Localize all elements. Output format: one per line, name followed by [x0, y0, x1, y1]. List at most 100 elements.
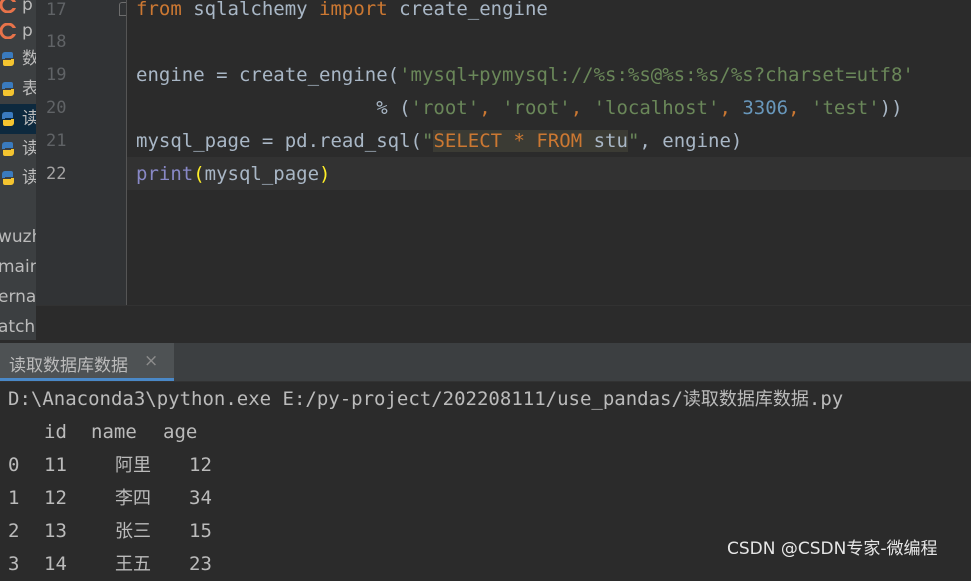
line-number: 21 — [46, 131, 67, 151]
comma: , — [719, 97, 743, 119]
number-literal: 3306 — [742, 97, 789, 119]
project-item[interactable]: atche — [0, 312, 36, 340]
project-item[interactable]: 数 — [0, 44, 36, 74]
project-item-label: main — [0, 257, 36, 277]
string-literal: 'mysql+pymysql://%s:%s@%s:%s/%s?charset=… — [399, 64, 914, 86]
df-row-index: 3 — [8, 553, 20, 575]
close-icon[interactable]: × — [144, 351, 158, 371]
project-panel: p p 数 表 读 读 读 wuzh main ernal atche — [0, 0, 36, 340]
string-literal: 'root' — [410, 97, 480, 119]
project-item[interactable]: 读 — [0, 134, 36, 164]
df-cell-name: 王五 — [115, 554, 151, 575]
df-header-age: age — [163, 421, 198, 443]
project-item[interactable]: 读 — [0, 163, 36, 193]
comma: , — [479, 97, 503, 119]
string-quote: " — [421, 130, 434, 152]
project-item-label: ernal — [0, 287, 36, 307]
line-number: 17 — [46, 0, 67, 20]
run-tab[interactable]: 读取数据库数据 × — [0, 343, 174, 381]
code-line-22: print(mysql_page) — [136, 158, 331, 191]
string-quote: " — [627, 130, 640, 152]
project-item-label: p — [22, 21, 33, 41]
sql-keyword: FROM — [536, 130, 583, 152]
line-number: 19 — [46, 65, 67, 85]
keyword: from — [136, 0, 182, 20]
df-header-id: id — [44, 421, 67, 443]
project-item-label: 读 — [22, 139, 36, 159]
current-line-number: 22 — [46, 164, 67, 184]
java-c-icon — [0, 23, 16, 39]
code-text: mysql_page = pd.read_sql( — [136, 130, 422, 152]
df-cell-name: 张三 — [115, 521, 151, 542]
sql-operator: * — [502, 130, 537, 152]
java-c-icon — [0, 0, 16, 13]
command-ext: .py — [808, 388, 844, 410]
code-line-19: engine = create_engine('mysql+pymysql://… — [136, 59, 914, 92]
line-number-gutter[interactable]: 17 18 19 20 21 22 — [36, 0, 126, 305]
df-cell-age: 12 — [189, 454, 212, 476]
line-number: 18 — [46, 32, 67, 52]
project-item[interactable]: p — [0, 16, 36, 46]
code-line-20: % ('root', 'root', 'localhost', 3306, 't… — [136, 92, 903, 125]
line-number: 20 — [46, 98, 67, 118]
command-script-name: 读取数据库数据 — [682, 389, 809, 410]
command-line: D:\Anaconda3\python.exe E:/py-project/20… — [8, 383, 843, 416]
project-item-selected[interactable]: 读 — [0, 104, 36, 134]
python-icon — [2, 142, 14, 156]
command-path: D:\Anaconda3\python.exe E:/py-project/20… — [8, 388, 683, 410]
builtin-function: print — [136, 163, 194, 185]
df-row-index: 0 — [8, 454, 20, 476]
string-literal: 'root' — [502, 97, 571, 119]
imported-name: create_engine — [387, 0, 548, 20]
df-cell-id: 12 — [44, 487, 67, 509]
project-item[interactable]: main — [0, 252, 36, 282]
code-text: , engine) — [639, 130, 743, 152]
brace-match: ) — [319, 163, 331, 185]
sql-keyword: SELECT — [433, 130, 503, 152]
project-item[interactable]: wuzh — [0, 222, 36, 252]
df-row-index: 1 — [8, 487, 20, 509]
string-literal: 'localhost' — [593, 97, 720, 119]
project-item-label: 读 — [22, 168, 36, 188]
df-cell-name: 李四 — [115, 488, 151, 509]
comma: , — [570, 97, 594, 119]
code-text: )) — [879, 97, 903, 119]
df-cell-id: 11 — [44, 454, 67, 476]
module-name: sqlalchemy — [181, 0, 320, 20]
df-row-index: 2 — [8, 520, 20, 542]
python-icon — [2, 112, 14, 126]
project-item[interactable]: 表 — [0, 74, 36, 104]
code-line-21: mysql_page = pd.read_sql("SELECT * FROM … — [136, 125, 742, 158]
code-line-17: from sqlalchemy import create_engine — [136, 0, 548, 26]
editor-bottom-area — [36, 305, 971, 344]
project-item-label: 数 — [22, 49, 36, 69]
brace-match: ( — [193, 163, 205, 185]
project-item-label: atche — [0, 317, 36, 337]
keyword: import — [319, 0, 388, 20]
python-icon — [2, 52, 14, 66]
run-tab-label: 读取数据库数据 — [9, 356, 128, 376]
df-cell-id: 13 — [44, 520, 67, 542]
run-tab-bar: 读取数据库数据 × — [0, 343, 971, 382]
code-text: engine = create_engine( — [136, 64, 400, 86]
csdn-watermark: CSDN @CSDN专家-微编程 — [727, 539, 938, 559]
df-cell-name: 阿里 — [115, 455, 151, 476]
df-cell-age: 34 — [189, 487, 212, 509]
project-item-label: wuzh — [0, 227, 36, 247]
df-cell-age: 23 — [189, 553, 212, 575]
df-header-name: name — [91, 421, 137, 443]
string-literal: 'test' — [811, 97, 880, 119]
comma: , — [788, 97, 811, 119]
code-text: mysql_page — [204, 163, 320, 185]
python-icon — [2, 82, 14, 96]
project-item-label: 表 — [22, 79, 36, 99]
project-item-label: 读 — [22, 109, 36, 129]
df-cell-age: 15 — [189, 520, 212, 542]
sql-table-name: stu — [582, 130, 628, 152]
df-cell-id: 14 — [44, 553, 67, 575]
project-item[interactable]: ernal — [0, 282, 36, 312]
code-text: % ( — [376, 97, 411, 119]
python-icon — [2, 171, 14, 185]
code-editor[interactable]: from sqlalchemy import create_engine eng… — [127, 0, 971, 305]
